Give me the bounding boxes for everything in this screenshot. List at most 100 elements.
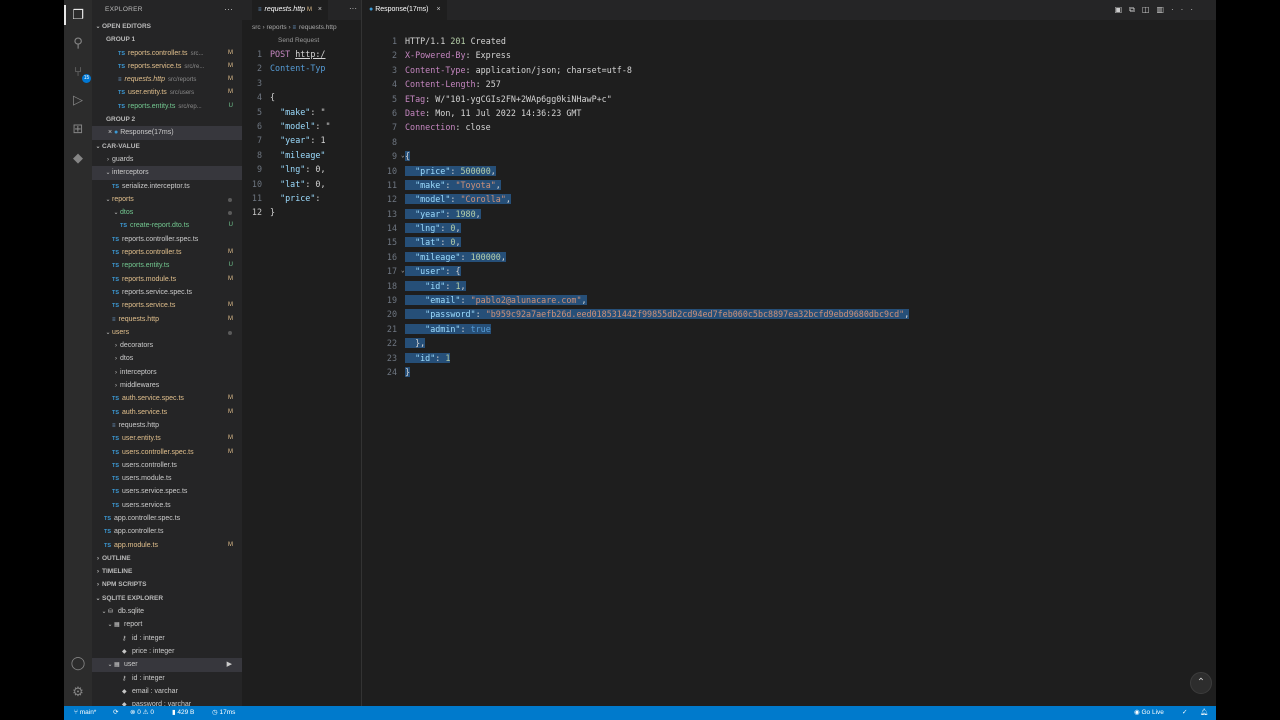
source-control-icon[interactable]: ⑂ 15 [68, 62, 91, 83]
code-line: 6 Date: Mon, 11 Jul 2022 14:36:23 GMT [363, 106, 1216, 120]
open-editor-item[interactable]: TS reports.entity.ts src/rep... U [92, 100, 242, 113]
tree-folder[interactable]: ⌄dtos [92, 206, 242, 219]
sqlite-column[interactable]: ⚷ id : integer [92, 672, 242, 685]
token: : " [315, 120, 331, 131]
tree-file[interactable]: TS auth.service.spec.ts M [92, 392, 242, 405]
project-section[interactable]: ⌄CAR-VALUE [92, 140, 242, 153]
close-tab-icon[interactable]: × [318, 6, 322, 13]
chevron-right-icon: › [115, 369, 117, 376]
account-status-icon[interactable]: ✓ [1182, 706, 1187, 720]
files-icon[interactable]: ❐ [64, 5, 88, 25]
outline-section[interactable]: › OUTLINE [92, 552, 242, 565]
sqlite-column[interactable]: ◆ email : varchar [92, 685, 242, 698]
run-debug-icon[interactable]: ▷ [68, 90, 88, 110]
tree-file[interactable]: TS app.controller.spec.ts [92, 512, 242, 525]
tree-file[interactable]: TS reports.entity.ts U [92, 259, 242, 272]
timeline-section[interactable]: › TIMELINE [92, 565, 242, 578]
tree-folder[interactable]: › guards [92, 153, 242, 166]
tree-file[interactable]: TS reports.service.spec.ts [92, 286, 242, 299]
line-number: 15 [386, 237, 397, 248]
group-2-label: GROUP 2 [106, 116, 136, 124]
open-editor-item[interactable]: TS reports.controller.ts src... M [92, 47, 242, 60]
sqlite-explorer-section[interactable]: ⌄SQLITE EXPLORER [92, 592, 242, 605]
sync-icon[interactable]: ⟳ [113, 706, 118, 720]
sqlite-column[interactable]: ⚷ id : integer [92, 632, 242, 645]
tree-file[interactable]: TS reports.controller.spec.ts [92, 233, 242, 246]
close-tab-icon[interactable]: × [436, 6, 440, 13]
tree-file[interactable]: TS app.module.ts M [92, 539, 242, 552]
search-icon[interactable]: ⚲ [68, 33, 88, 53]
tree-file[interactable]: TS app.controller.ts [92, 525, 242, 538]
request-code[interactable]: 1 POST http:/2 Content-Typ 3 4{5 "make": " 6 … [242, 47, 361, 220]
token: POST [270, 49, 296, 59]
account-icon[interactable]: ◯ [68, 653, 88, 673]
tree-folder[interactable]: › interceptors [92, 366, 242, 379]
token: { [270, 92, 276, 103]
editor-actions[interactable]: ▣⧉◫▥··· [1115, 5, 1200, 15]
tree-file[interactable]: TS users.controller.ts [92, 459, 242, 472]
open-editor-name: user.entity.ts [128, 89, 167, 97]
tree-file[interactable]: TS users.service.spec.ts [92, 485, 242, 498]
editor-more-icon[interactable]: ··· [349, 4, 357, 13]
tree-folder[interactable]: › decorators [92, 339, 242, 352]
line-number: 10 [386, 165, 397, 176]
tree-file[interactable]: ≡ requests.http [92, 419, 242, 432]
extensions-icon[interactable]: ⊞ [68, 119, 88, 139]
open-editors-section[interactable]: ⌄OPEN EDITORS [92, 20, 242, 33]
tree-folder[interactable]: ⌄reports [92, 193, 242, 206]
scroll-to-top-button[interactable]: ⌃ [1190, 672, 1212, 694]
tree-file[interactable]: TS users.controller.spec.ts M [92, 446, 242, 459]
tree-file[interactable]: TS serialize.interceptor.ts [92, 180, 242, 193]
tree-file[interactable]: TS reports.module.ts M [92, 273, 242, 286]
open-editor-item[interactable]: TS reports.service.ts src/re... M [92, 60, 242, 73]
tree-file[interactable]: TS reports.controller.ts M [92, 246, 242, 259]
tree-file[interactable]: TS reports.service.ts M [92, 299, 242, 312]
fold-chevron-icon[interactable]: ⌄ [401, 264, 405, 278]
play-icon[interactable]: ▶ [227, 658, 232, 671]
tree-folder[interactable]: ⌄interceptors [92, 166, 242, 180]
tree-file[interactable]: TS users.module.ts [92, 472, 242, 485]
open-editor-item[interactable]: ≡ requests.http src/reports M [92, 73, 242, 86]
send-request-codelens[interactable]: Send Request [242, 35, 361, 47]
tab-response[interactable]: ● Response(17ms) × [363, 0, 447, 20]
sqlite-column[interactable]: ◆ price : integer [92, 645, 242, 658]
code-text: "price": [270, 193, 325, 203]
problems-indicator[interactable]: ⊗ 0 ⚠ 0 [130, 706, 154, 720]
code-line: 13 "year": 1980, [363, 207, 1216, 221]
sqlite-table[interactable]: ⌄▦ report [92, 618, 242, 631]
breadcrumb[interactable]: src › reports › ≡ requests.http [242, 20, 361, 35]
open-editor-item[interactable]: TS user.entity.ts src/users M [92, 86, 242, 99]
tree-file[interactable]: TS user.entity.ts M [92, 432, 242, 445]
open-editor-item[interactable]: × ● Response(17ms) [92, 126, 242, 140]
branch-indicator[interactable]: ⑂ main* [74, 706, 96, 720]
code-line: 17 ⌄ "user": { [363, 264, 1216, 278]
sqlite-db[interactable]: ⌄⛁ db.sqlite [92, 605, 242, 618]
tree-file[interactable]: TS auth.service.ts M [92, 406, 242, 419]
chevron-right-icon: › [97, 582, 99, 589]
tree-folder[interactable]: › middlewares [92, 379, 242, 392]
docker-icon[interactable]: ◆ [68, 148, 88, 168]
sqlite-table[interactable]: ⌄▦ user ▶ [92, 658, 242, 672]
settings-gear-icon[interactable]: ⚙ [68, 682, 88, 702]
token: }, [405, 338, 426, 349]
response-body[interactable]: 1 HTTP/1.1 201 Created 2 X-Powered-By: Expr… [363, 20, 1216, 379]
chevron-down-icon: ⌄ [105, 196, 111, 203]
token: , [500, 251, 506, 262]
more-actions-icon[interactable]: ··· [224, 4, 233, 14]
tree-folder[interactable]: › dtos [92, 352, 242, 365]
code-text: Content-Type: application/json; charset=… [405, 65, 632, 75]
fold-chevron-icon[interactable]: ⌄ [401, 149, 405, 163]
tree-file[interactable]: TS create-report.dto.ts U [92, 219, 242, 232]
go-live-button[interactable]: ◉ Go Live [1134, 706, 1164, 720]
chevron-right-icon: › [115, 356, 117, 363]
sqlite-column[interactable]: ◆ password : varchar [92, 698, 242, 706]
npm-scripts-section[interactable]: › NPM SCRIPTS [92, 578, 242, 591]
line-number: 24 [386, 366, 397, 377]
notifications-icon[interactable]: 🔔︎ [1200, 706, 1208, 720]
tab-requests-http[interactable]: ≡ requests.http M × [252, 0, 328, 20]
open-editor-path: src/reports [167, 77, 197, 84]
tree-file[interactable]: ≡ requests.http M [92, 313, 242, 326]
tree-file[interactable]: TS users.service.ts [92, 499, 242, 512]
tree-folder[interactable]: ⌄users [92, 326, 242, 339]
